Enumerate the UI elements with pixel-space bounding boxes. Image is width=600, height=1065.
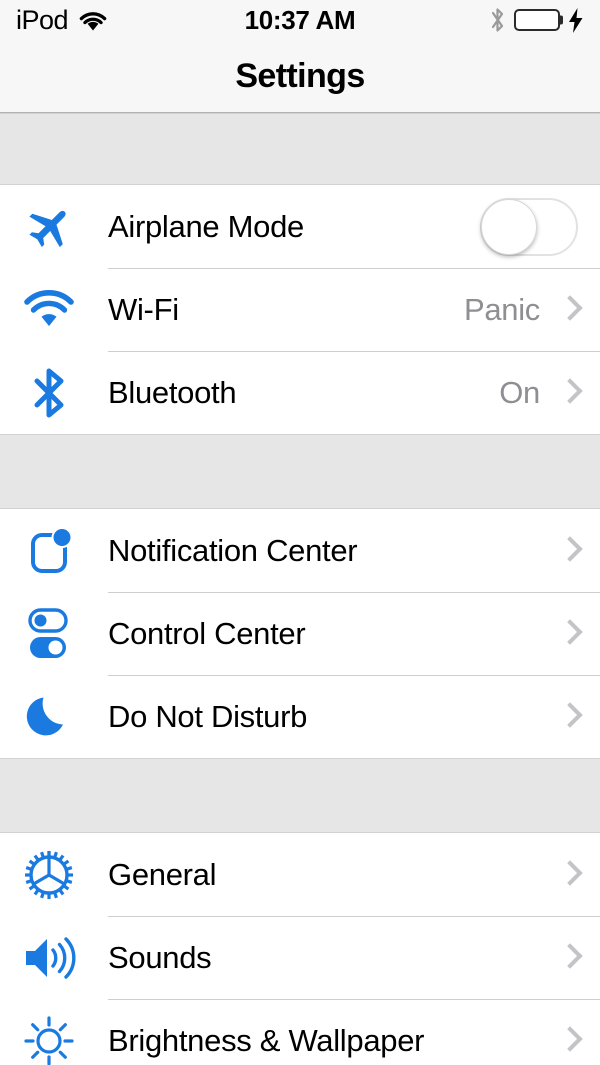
settings-group-connectivity: Airplane Mode Wi-Fi Panic Bluetooth On xyxy=(0,185,600,434)
settings-row-sounds[interactable]: Sounds xyxy=(0,916,600,999)
section-gap xyxy=(0,113,600,185)
chevron-right-icon xyxy=(560,702,578,732)
bluetooth-icon xyxy=(22,364,108,422)
toggle-knob xyxy=(481,198,537,255)
settings-row-airplane-mode[interactable]: Airplane Mode xyxy=(0,185,600,268)
chevron-right-icon xyxy=(560,378,578,408)
settings-row-label: Bluetooth xyxy=(108,375,237,410)
settings-row-label: Wi-Fi xyxy=(108,292,179,327)
settings-row-value: Panic xyxy=(463,292,540,327)
settings-row-label: Brightness & Wallpaper xyxy=(108,1023,425,1058)
bluetooth-icon xyxy=(489,6,506,34)
chevron-right-icon xyxy=(560,536,578,566)
settings-screen: iPod 10:37 AM Settings Airplane Mode Wi-… xyxy=(0,0,600,1065)
section-gap xyxy=(0,434,600,509)
carrier-label: iPod xyxy=(16,4,69,35)
settings-row-label: Sounds xyxy=(108,940,212,975)
chevron-right-icon xyxy=(560,943,578,973)
wifi-icon xyxy=(78,9,108,32)
settings-row-brightness-wallpaper[interactable]: Brightness & Wallpaper xyxy=(0,999,600,1065)
lightning-bolt-icon xyxy=(568,7,584,33)
settings-row-label: Do Not Disturb xyxy=(108,699,308,734)
settings-row-label: General xyxy=(108,857,217,892)
wifi-icon xyxy=(22,288,108,332)
status-bar: iPod 10:37 AM xyxy=(0,0,600,40)
airplane-icon xyxy=(22,200,108,254)
airplane-mode-toggle[interactable] xyxy=(480,197,578,256)
settings-row-label: Control Center xyxy=(108,616,306,651)
control-center-icon xyxy=(22,605,108,663)
chevron-right-icon xyxy=(560,619,578,649)
chevron-right-icon xyxy=(560,1026,578,1056)
moon-icon xyxy=(22,690,108,744)
navigation-bar: Settings xyxy=(0,40,600,113)
settings-row-value: On xyxy=(499,375,540,410)
settings-row-label: Airplane Mode xyxy=(108,209,304,244)
notification-center-icon xyxy=(22,524,108,578)
sun-icon xyxy=(22,1014,108,1065)
chevron-right-icon xyxy=(560,860,578,890)
settings-row-wifi[interactable]: Wi-Fi Panic xyxy=(0,268,600,351)
speaker-icon xyxy=(22,933,108,983)
settings-row-label: Notification Center xyxy=(108,533,358,568)
battery-icon xyxy=(514,9,563,31)
settings-row-general[interactable]: General xyxy=(0,833,600,916)
gear-icon xyxy=(22,848,108,902)
settings-group-system: General Sounds Brightness & Wallpaper xyxy=(0,833,600,1065)
settings-group-notifications: Notification Center Control Center Do No… xyxy=(0,509,600,758)
settings-row-bluetooth[interactable]: Bluetooth On xyxy=(0,351,600,434)
page-title: Settings xyxy=(235,56,365,95)
status-bar-left: iPod xyxy=(16,4,300,35)
settings-row-notification-center[interactable]: Notification Center xyxy=(0,509,600,592)
status-bar-right xyxy=(300,6,584,34)
section-gap xyxy=(0,758,600,833)
chevron-right-icon xyxy=(560,295,578,325)
settings-row-do-not-disturb[interactable]: Do Not Disturb xyxy=(0,675,600,758)
settings-row-control-center[interactable]: Control Center xyxy=(0,592,600,675)
